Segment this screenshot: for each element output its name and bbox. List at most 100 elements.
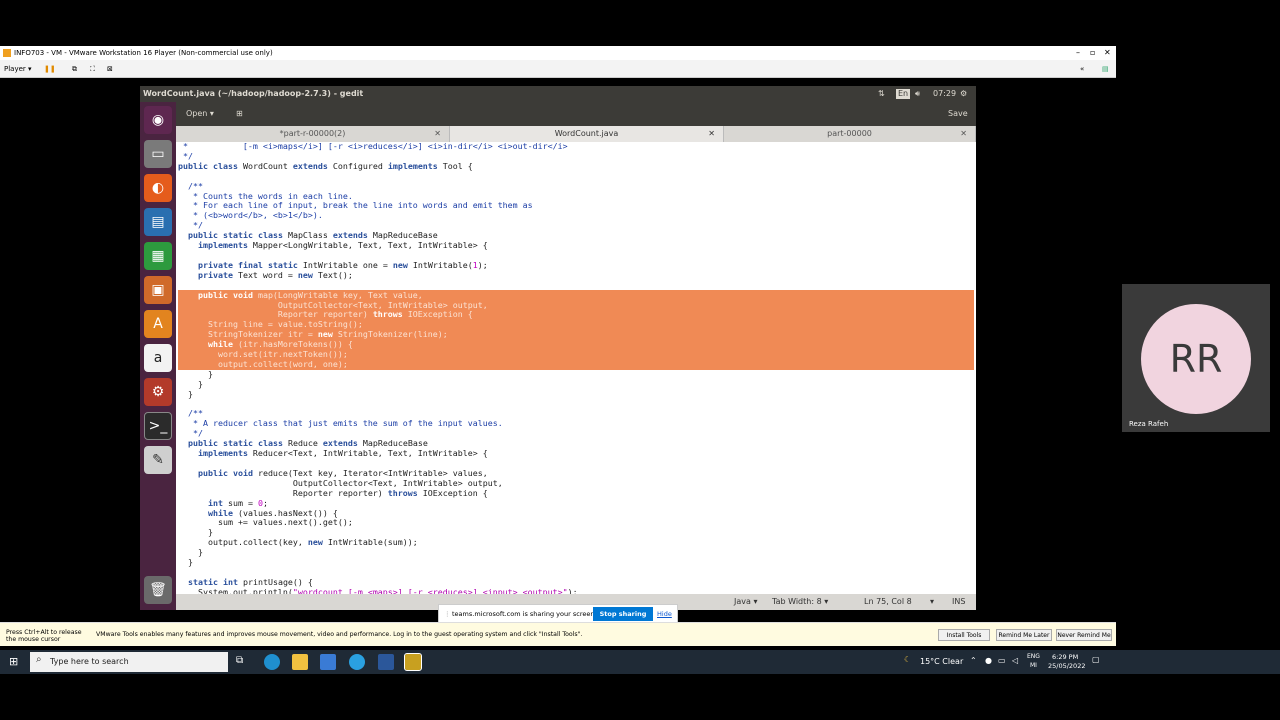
file-explorer-icon[interactable] (292, 654, 308, 670)
search-icon: ⌕ (36, 654, 42, 665)
release-hint: Press Ctrl+Alt to release the mouse curs… (6, 629, 82, 643)
unity-icon[interactable]: ⊠ (107, 60, 113, 78)
never-remind-button[interactable]: Never Remind Me (1056, 629, 1112, 641)
clock[interactable]: 07:29 (933, 86, 956, 102)
word-icon[interactable] (378, 654, 394, 670)
close-icon[interactable]: ✕ (1104, 46, 1111, 60)
minimize-icon[interactable]: – (1076, 46, 1080, 60)
stop-sharing-button[interactable]: Stop sharing (593, 607, 653, 621)
keyboard-lang[interactable]: En (896, 89, 911, 99)
windows-start-icon[interactable]: ⊞ (9, 655, 18, 668)
tab-part-r-00000[interactable]: *part-r-00000(2) ✕ (176, 126, 450, 142)
vmware-tools-bar: Press Ctrl+Alt to release the mouse curs… (0, 622, 1116, 646)
maximize-icon[interactable]: ▫ (1090, 46, 1095, 60)
vmware-logo-icon (3, 49, 11, 57)
close-tab-icon[interactable]: ✕ (960, 126, 967, 142)
browser-icon[interactable] (349, 654, 365, 670)
network-icon[interactable]: ▭ (998, 656, 1006, 665)
new-tab-icon[interactable]: ⊞ (236, 102, 243, 126)
open-button[interactable]: Open ▾ (186, 102, 214, 126)
sharing-message: teams.microsoft.com is sharing your scre… (452, 610, 597, 618)
tab-wordcount-java[interactable]: WordCount.java ✕ (450, 126, 724, 142)
code-line: sum += values.next().get(); (178, 517, 353, 528)
taskbar-date[interactable]: 25/05/2022 (1048, 662, 1085, 670)
save-button[interactable]: Save (948, 102, 968, 126)
player-menu[interactable]: Player ▾ (4, 60, 32, 78)
code-line: public class WordCount extends Configure… (178, 160, 473, 171)
gedit-titlebar: WordCount.java (~/hadoop/hadoop-2.7.3) -… (140, 86, 976, 102)
volume-icon[interactable]: 🔊︎ (915, 86, 920, 102)
system-settings-icon[interactable]: ⚙ (144, 378, 172, 406)
tab-width-selector[interactable]: Tab Width: 8 ▾ (772, 594, 828, 610)
terminal-icon[interactable]: >_ (144, 412, 172, 440)
chevron-up-icon[interactable]: ⌃ (970, 656, 977, 665)
code-line: } (178, 368, 213, 379)
notifications-icon[interactable]: ▢ (1092, 655, 1100, 664)
network-icon[interactable]: ⇅ (878, 86, 885, 102)
code-line: implements Reducer<Text, IntWritable, Te… (197, 448, 488, 459)
cursor-position: Ln 75, Col 8 (864, 597, 912, 606)
mic-icon[interactable]: ● (985, 656, 992, 665)
code-line: public void map(LongWritable key, Text v… (197, 289, 423, 300)
tab-bar: *part-r-00000(2) ✕ WordCount.java ✕ part… (176, 126, 976, 142)
writer-icon[interactable]: ▤ (144, 208, 172, 236)
close-tab-icon[interactable]: ✕ (434, 126, 441, 142)
vmware-toolbar: Player ▾ ❚❚ ⧉ ⛶ ⊠ « ▤ (0, 60, 1116, 78)
lang-bottom[interactable]: MI (1030, 662, 1037, 669)
drag-handle-icon[interactable]: ⋮ (444, 605, 451, 623)
gedit-icon[interactable]: ✎ (144, 446, 172, 474)
gedit-toolbar: Open ▾ ⊞ Save (176, 102, 976, 126)
tab-label: part-00000 (827, 129, 872, 138)
volume-icon[interactable]: ◁ (1012, 656, 1018, 665)
trash-icon[interactable]: 🗑︎ (144, 576, 172, 604)
settings-gear-icon[interactable]: ⚙ (960, 86, 967, 102)
insert-mode: INS (952, 597, 966, 606)
software-center-icon[interactable]: A (144, 310, 172, 338)
store-icon[interactable] (320, 654, 336, 670)
dropdown-icon[interactable]: ▾ (930, 594, 934, 610)
pause-icon[interactable]: ❚❚ (44, 60, 56, 78)
install-tools-button[interactable]: Install Tools (938, 629, 990, 641)
message-icon[interactable]: ▤ (1102, 60, 1109, 78)
firefox-icon[interactable]: ◐ (144, 174, 172, 202)
ubuntu-launcher: ◉ ▭ ◐ ▤ ▦ ▣ A a ⚙ >_ ✎ 🗑︎ (140, 102, 176, 610)
remind-later-button[interactable]: Remind Me Later (996, 629, 1052, 641)
weather-icon: ☾ (904, 655, 912, 664)
taskbar-search-input[interactable]: Type here to search (30, 652, 228, 672)
gedit-window-title: WordCount.java (~/hadoop/hadoop-2.7.3) -… (143, 89, 364, 98)
task-view-icon[interactable]: ⧉ (236, 655, 243, 666)
code-editor[interactable]: * [-m <i>maps</i>] [-r <i>reduces</i>] <… (176, 142, 976, 594)
windows-taskbar: ⊞ Type here to search ⌕ ⧉ ☾ 15°C Clear ⌃… (0, 650, 1280, 674)
code-text: * [-m <i>maps</i>] [-r <i>reduces</i>] <… (178, 142, 578, 594)
close-tab-icon[interactable]: ✕ (708, 126, 715, 142)
back-icon[interactable]: « (1080, 60, 1084, 78)
edge-icon[interactable] (264, 654, 280, 670)
vmware-titlebar: INFO703 - VM - VMware Workstation 16 Pla… (0, 46, 1116, 60)
amazon-icon[interactable]: a (144, 344, 172, 372)
tools-message: VMware Tools enables many features and i… (96, 631, 583, 638)
tab-part-00000[interactable]: part-00000 ✕ (724, 126, 976, 142)
participant-tile[interactable]: RR Reza Rafeh (1122, 284, 1270, 432)
devices-icon[interactable]: ⧉ (72, 60, 77, 78)
language-selector[interactable]: Java ▾ (734, 594, 757, 610)
vmware-taskbar-icon[interactable] (404, 653, 422, 671)
code-line: output.collect(key, new IntWritable(sum)… (178, 537, 418, 548)
ubuntu-dash-icon[interactable]: ◉ (144, 106, 172, 134)
screen-sharing-bar: ⋮ teams.microsoft.com is sharing your sc… (438, 604, 678, 624)
impress-icon[interactable]: ▣ (144, 276, 172, 304)
code-line: } (178, 557, 193, 568)
avatar: RR (1141, 304, 1251, 414)
code-line: output.collect(word, one); (178, 358, 348, 369)
hide-link[interactable]: Hide (657, 605, 672, 623)
code-line: } (178, 378, 203, 389)
weather-text[interactable]: 15°C Clear (920, 657, 963, 666)
files-icon[interactable]: ▭ (144, 140, 172, 168)
calc-icon[interactable]: ▦ (144, 242, 172, 270)
code-line: implements Mapper<LongWritable, Text, Te… (197, 240, 488, 251)
taskbar-time[interactable]: 6:29 PM (1052, 653, 1078, 661)
lang-top[interactable]: ENG (1027, 653, 1040, 660)
fit-icon[interactable]: ⛶ (90, 60, 95, 78)
code-line: * A reducer class that just emits the su… (178, 418, 503, 429)
